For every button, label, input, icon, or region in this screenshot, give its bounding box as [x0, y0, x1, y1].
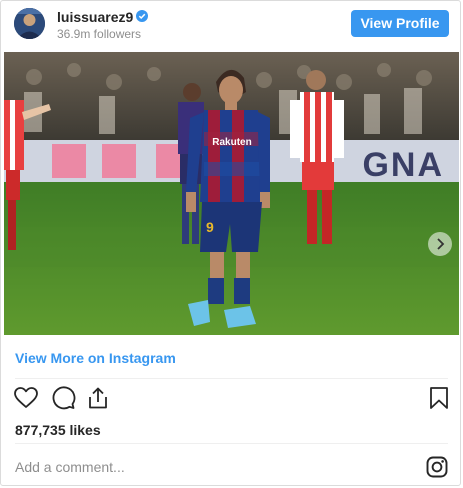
next-image-button[interactable]: [428, 232, 452, 256]
verified-badge-icon: [136, 10, 148, 22]
post-header: luissuarez9 36.9m followers View Profile: [1, 1, 460, 49]
avatar[interactable]: [14, 8, 45, 39]
follower-count: 36.9m followers: [57, 27, 142, 41]
view-more-link[interactable]: View More on Instagram: [15, 350, 176, 366]
shorts-number-text: 9: [206, 219, 214, 235]
share-icon[interactable]: [85, 385, 111, 411]
comment-icon[interactable]: [50, 385, 76, 411]
instagram-icon[interactable]: [426, 456, 448, 478]
like-count: 877,735 likes: [15, 422, 101, 438]
instagram-embed-card: luissuarez9 36.9m followers View Profile: [0, 0, 461, 486]
heart-icon[interactable]: [13, 385, 39, 411]
bookmark-icon[interactable]: [426, 385, 452, 411]
advertising-board-text: GNA: [362, 146, 444, 184]
post-image[interactable]: GNA Rakuten 9: [4, 52, 459, 335]
action-bar: [1, 385, 460, 415]
view-profile-button[interactable]: View Profile: [351, 10, 449, 37]
shirt-sponsor-text: Rakuten: [212, 137, 251, 148]
chevron-right-icon: [437, 238, 445, 250]
comment-input[interactable]: Add a comment...: [15, 459, 125, 475]
divider: [15, 378, 448, 379]
username[interactable]: luissuarez9: [57, 9, 133, 25]
divider: [15, 443, 448, 444]
